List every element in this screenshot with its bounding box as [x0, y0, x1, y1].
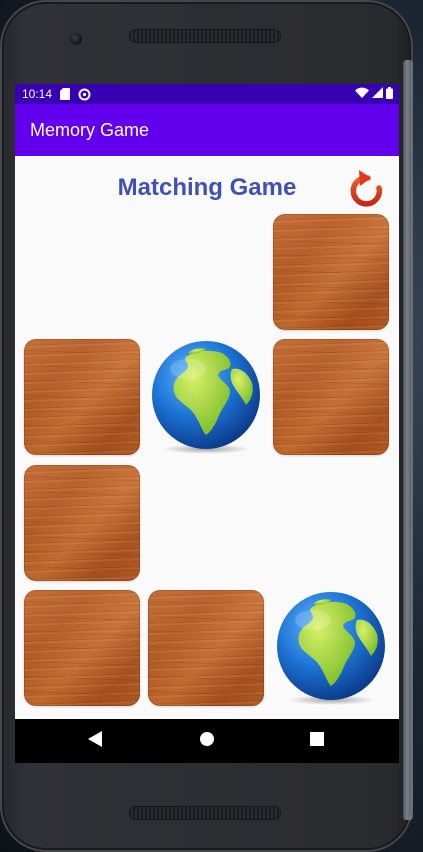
- home-button[interactable]: [182, 719, 232, 763]
- card-hidden[interactable]: [273, 339, 389, 455]
- wifi-icon: [355, 87, 369, 101]
- recents-button[interactable]: [292, 719, 342, 763]
- sd-card-icon: [60, 88, 71, 100]
- navigation-bar: [15, 719, 399, 763]
- phone-frame: 10:14 Memory Game Matching Game: [0, 0, 413, 852]
- data-saver-icon: [78, 88, 91, 101]
- status-time: 10:14: [22, 87, 53, 101]
- card-hidden[interactable]: [24, 590, 140, 706]
- game-content: Matching Game: [15, 156, 399, 719]
- bottom-speaker-grille: [129, 806, 281, 820]
- card-hidden[interactable]: [148, 590, 264, 706]
- card-hidden[interactable]: [273, 214, 389, 330]
- recents-icon: [310, 731, 324, 751]
- card-revealed[interactable]: [273, 590, 389, 706]
- earth-globe-icon: [148, 339, 264, 455]
- restart-button[interactable]: [347, 166, 385, 210]
- app-bar-title: Memory Game: [30, 119, 150, 140]
- front-camera-icon: [70, 33, 82, 45]
- back-icon: [88, 730, 102, 752]
- cellular-signal-icon: [372, 87, 383, 101]
- battery-icon: [386, 86, 393, 102]
- card-hidden[interactable]: [24, 465, 140, 581]
- earth-globe-icon: [273, 590, 389, 706]
- phone-side-edge: [403, 60, 413, 820]
- back-button[interactable]: [70, 719, 120, 763]
- card-hidden[interactable]: [24, 339, 140, 455]
- status-bar: 10:14: [15, 84, 399, 104]
- game-title: Matching Game: [117, 174, 297, 201]
- home-icon: [199, 731, 215, 752]
- app-bar: Memory Game: [15, 104, 399, 156]
- card-revealed[interactable]: [148, 339, 264, 455]
- screen: 10:14 Memory Game Matching Game: [15, 84, 399, 763]
- refresh-icon: [347, 170, 385, 214]
- top-speaker-grille: [129, 29, 281, 43]
